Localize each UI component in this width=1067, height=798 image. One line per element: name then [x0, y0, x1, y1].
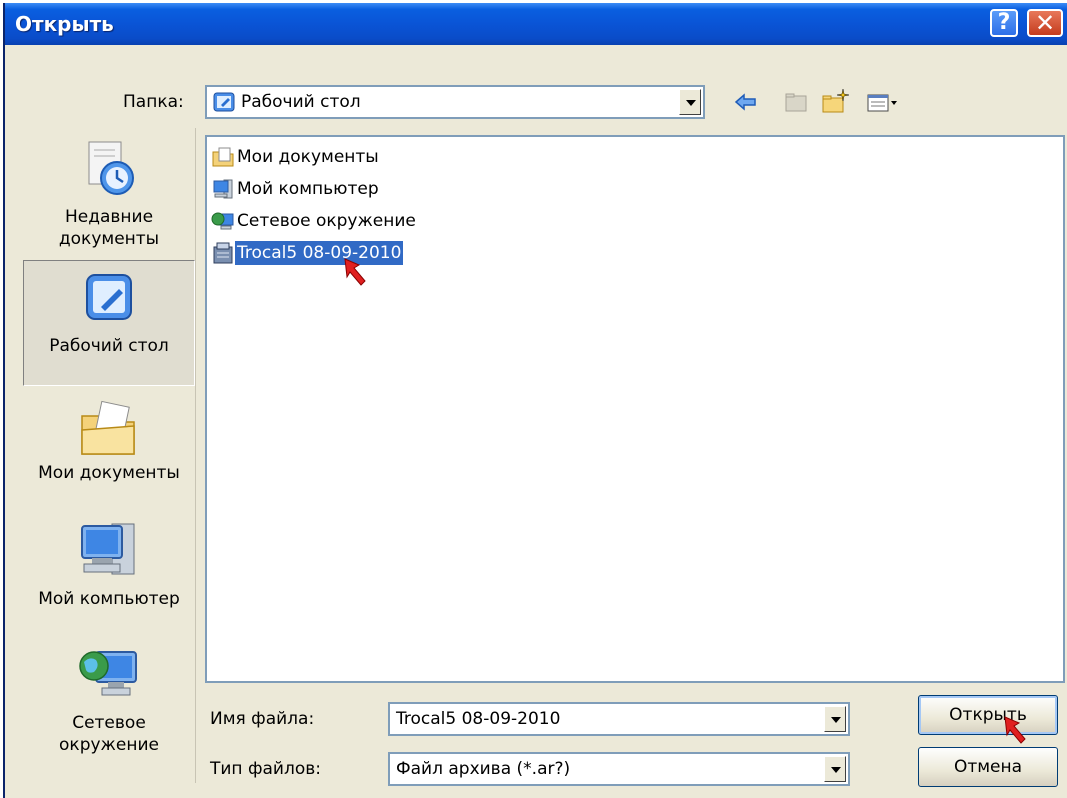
- my-computer-icon: [81, 523, 135, 575]
- filename-dropdown-button[interactable]: [824, 706, 846, 732]
- help-button[interactable]: ?: [990, 9, 1018, 37]
- archive-file-icon: [213, 242, 233, 264]
- folder-value: Рабочий стол: [241, 92, 361, 112]
- desktop-icon: [213, 92, 235, 112]
- place-desktop[interactable]: Рабочий стол: [23, 260, 195, 386]
- place-recent-documents[interactable]: Недавние документы: [23, 128, 195, 256]
- folder-label: Папка:: [123, 92, 184, 112]
- place-label: Мои документы: [38, 463, 180, 483]
- network-places-icon: [211, 212, 234, 230]
- window-title: Открыть: [15, 12, 114, 36]
- place-my-documents[interactable]: Мои документы: [23, 390, 195, 510]
- back-arrow-icon[interactable]: [733, 87, 759, 117]
- folder-dropdown-button[interactable]: [679, 89, 701, 115]
- close-button[interactable]: ✕: [1027, 9, 1063, 37]
- title-bar[interactable]: Открыть ? ✕: [5, 3, 1067, 45]
- my-documents-icon: [81, 400, 135, 455]
- new-folder-icon[interactable]: [820, 87, 850, 117]
- list-item[interactable]: Мой компьютер: [211, 177, 381, 207]
- place-label: Сетевое: [72, 713, 146, 733]
- list-item[interactable]: Мои документы: [211, 145, 381, 175]
- place-label: Рабочий стол: [49, 336, 169, 356]
- view-menu-icon[interactable]: [865, 87, 899, 117]
- my-computer-icon: [213, 179, 233, 199]
- place-label: Мой компьютер: [38, 589, 180, 609]
- place-network[interactable]: Сетевое окружение: [23, 636, 195, 776]
- place-my-computer[interactable]: Мой компьютер: [23, 512, 195, 634]
- places-bar: Недавние документы Рабочий стол Мои доку…: [23, 128, 196, 783]
- file-name: Мой компьютер: [237, 179, 379, 199]
- my-documents-icon: [212, 147, 234, 167]
- filename-combo[interactable]: Trocal5 08-09-2010: [388, 702, 850, 736]
- place-label: документы: [58, 229, 160, 249]
- annotation-arrow-icon: [344, 258, 366, 286]
- file-name: Мои документы: [237, 147, 379, 167]
- desktop-icon: [86, 274, 132, 320]
- filetype-value: Файл архива (*.ar?): [396, 759, 571, 779]
- folder-up-icon[interactable]: [783, 87, 809, 117]
- file-list[interactable]: Мои документы Мой компьютер Сетевое окру…: [205, 135, 1065, 683]
- network-places-icon: [79, 651, 137, 696]
- folder-combo[interactable]: Рабочий стол: [205, 85, 705, 119]
- filetype-label: Тип файлов:: [210, 759, 321, 779]
- filename-label: Имя файла:: [210, 709, 315, 729]
- filetype-combo[interactable]: Файл архива (*.ar?): [388, 752, 850, 786]
- annotation-arrow-icon: [1004, 716, 1026, 744]
- recent-documents-icon: [88, 141, 134, 195]
- filetype-dropdown-button[interactable]: [824, 756, 846, 782]
- file-name: Сетевое окружение: [237, 211, 416, 231]
- filename-value: Trocal5 08-09-2010: [396, 709, 561, 729]
- place-label: окружение: [59, 735, 159, 755]
- place-label: Недавние: [64, 207, 154, 227]
- cancel-button[interactable]: Отмена: [918, 747, 1058, 787]
- open-dialog: Открыть ? ✕ Папка: Рабочий стол Недавние…: [3, 3, 1067, 798]
- list-item[interactable]: Сетевое окружение: [211, 209, 418, 239]
